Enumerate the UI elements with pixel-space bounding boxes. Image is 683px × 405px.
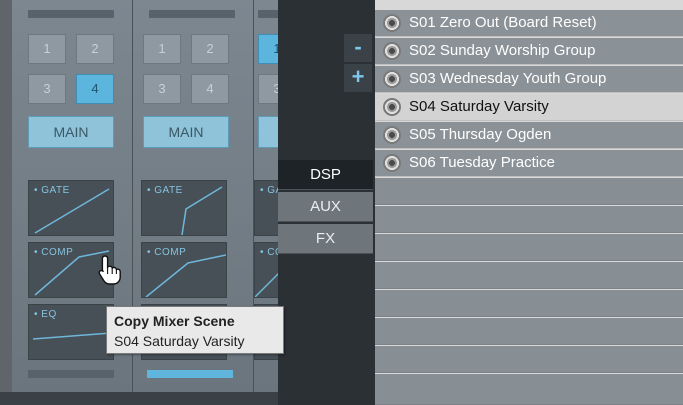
ch1-eq-thumbnail[interactable]: • EQ bbox=[28, 304, 114, 360]
disk-icon bbox=[383, 154, 401, 172]
empty-scene-row[interactable] bbox=[375, 262, 683, 289]
scene-row-s04-selected[interactable]: S04 Saturday Varsity bbox=[375, 94, 683, 121]
tab-dsp[interactable]: DSP bbox=[278, 160, 373, 190]
empty-scene-row[interactable] bbox=[375, 234, 683, 261]
comp-curve-icon bbox=[145, 254, 226, 297]
mixer-screen: 1 2 3 4 MAIN • GATE • COMP • EQ 1 2 3 4 … bbox=[0, 0, 683, 405]
scene-name: S05 Thursday Ogden bbox=[409, 126, 552, 143]
add-scene-button[interactable]: + bbox=[344, 64, 372, 92]
scene-name: S06 Tuesday Practice bbox=[409, 154, 555, 171]
scene-row-s03[interactable]: S03 Wednesday Youth Group bbox=[375, 66, 683, 93]
scene-row-s02[interactable]: S02 Sunday Worship Group bbox=[375, 38, 683, 65]
eq-curve-icon bbox=[32, 332, 112, 340]
empty-scene-row[interactable] bbox=[375, 178, 683, 205]
scene-name: S03 Wednesday Youth Group bbox=[409, 70, 607, 87]
ch2-gate-thumbnail[interactable]: • GATE bbox=[141, 180, 227, 236]
disk-icon bbox=[383, 42, 401, 60]
scene-row-s06[interactable]: S06 Tuesday Practice bbox=[375, 150, 683, 177]
ch2-main-button[interactable]: MAIN bbox=[143, 116, 229, 148]
copy-scene-tooltip: Copy Mixer Scene S04 Saturday Varsity bbox=[106, 306, 284, 354]
scene-name: S01 Zero Out (Board Reset) bbox=[409, 14, 597, 31]
empty-scene-row[interactable] bbox=[375, 206, 683, 233]
empty-scene-row[interactable] bbox=[375, 346, 683, 373]
remove-scene-button[interactable]: - bbox=[344, 34, 372, 62]
ch1-bus-1-button[interactable]: 1 bbox=[28, 34, 66, 64]
ch1-bus-2-button[interactable]: 2 bbox=[76, 34, 114, 64]
ch2-bus-4-button[interactable]: 4 bbox=[191, 74, 229, 104]
ch2-bus-3-button[interactable]: 3 bbox=[143, 74, 181, 104]
ch2-comp-thumbnail[interactable]: • COMP bbox=[141, 242, 227, 298]
disk-icon bbox=[383, 98, 401, 116]
scene-name: S02 Sunday Worship Group bbox=[409, 42, 596, 59]
gate-curve-icon bbox=[34, 188, 110, 234]
scene-control-panel: - + DSP AUX FX bbox=[278, 0, 375, 405]
empty-scene-row[interactable] bbox=[375, 290, 683, 317]
disk-icon bbox=[383, 70, 401, 88]
tooltip-subtitle: S04 Saturday Varsity bbox=[114, 333, 245, 349]
disk-icon bbox=[383, 14, 401, 32]
tooltip-title: Copy Mixer Scene bbox=[114, 313, 235, 329]
scene-name: S04 Saturday Varsity bbox=[409, 98, 549, 115]
empty-scene-row[interactable] bbox=[375, 374, 683, 405]
scene-list: S01 Zero Out (Board Reset) S02 Sunday Wo… bbox=[375, 0, 683, 405]
ch1-bus-4-button[interactable]: 4 bbox=[76, 74, 114, 104]
gate-curve-icon bbox=[181, 186, 223, 235]
ch1-select-bar[interactable] bbox=[28, 370, 114, 378]
ch2-select-bar[interactable] bbox=[147, 370, 233, 378]
empty-scene-row[interactable] bbox=[375, 318, 683, 345]
channel-2-header-bar bbox=[149, 10, 235, 18]
ch2-bus-1-button[interactable]: 1 bbox=[143, 34, 181, 64]
scene-row-s05[interactable]: S05 Thursday Ogden bbox=[375, 122, 683, 149]
disk-icon bbox=[383, 126, 401, 144]
hand-pointer-icon bbox=[98, 255, 121, 285]
ch1-bus-3-button[interactable]: 3 bbox=[28, 74, 66, 104]
channel-1-header-bar bbox=[28, 10, 114, 18]
ch2-bus-2-button[interactable]: 2 bbox=[191, 34, 229, 64]
ch1-gate-thumbnail[interactable]: • GATE bbox=[28, 180, 114, 236]
tab-aux[interactable]: AUX bbox=[278, 192, 373, 222]
scene-row-s01[interactable]: S01 Zero Out (Board Reset) bbox=[375, 10, 683, 37]
tab-fx[interactable]: FX bbox=[278, 224, 373, 254]
ch1-main-button[interactable]: MAIN bbox=[28, 116, 114, 148]
